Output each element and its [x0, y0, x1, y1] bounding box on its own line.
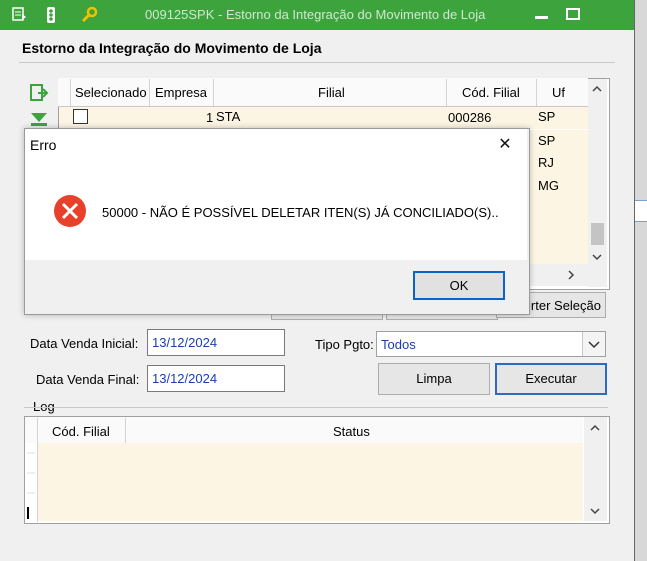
column-header-empresa[interactable]: Empresa [155, 85, 207, 100]
error-dialog-content [25, 129, 527, 260]
tipo-pgto-value: Todos [381, 337, 416, 352]
chevron-down-icon[interactable] [582, 332, 605, 356]
limpa-button[interactable]: Limpa [378, 363, 490, 395]
column-header-cod-filial[interactable]: Cód. Filial [462, 85, 520, 100]
data-final-input[interactable]: 13/12/2024 [147, 365, 285, 392]
window-title: 009125SPK - Estorno da Integração do Mov… [145, 7, 486, 22]
cell-uf: SP [538, 109, 556, 124]
close-icon[interactable]: ✕ [494, 134, 516, 156]
data-inicial-input[interactable]: 13/12/2024 [147, 329, 285, 356]
column-separator [446, 79, 447, 106]
maximize-button[interactable] [563, 6, 583, 22]
data-inicial-label: Data Venda Inicial: [30, 336, 139, 351]
column-separator [125, 418, 126, 443]
background-window-edge [634, 0, 647, 561]
log-vertical-scrollbar[interactable] [584, 417, 607, 521]
row-checkbox[interactable] [73, 109, 88, 124]
cell-empresa: 1 [206, 110, 214, 125]
cell-filial: STA [216, 109, 241, 124]
column-separator [149, 79, 150, 106]
dialog-title: Erro [30, 137, 57, 153]
table-row[interactable] [59, 107, 588, 129]
page-title: Estorno da Integração do Movimento de Lo… [22, 40, 322, 56]
traffic-light-icon[interactable] [42, 6, 60, 24]
column-header-selecionado[interactable]: Selecionado [75, 85, 147, 100]
tipo-pgto-select[interactable]: Todos [376, 331, 606, 357]
log-body [38, 443, 583, 521]
cell-uf: RJ [538, 155, 554, 170]
log-column-status[interactable]: Status [333, 424, 370, 439]
cell-uf: SP [538, 133, 556, 148]
wrench-icon[interactable] [80, 6, 98, 24]
error-message: 50000 - NÃO É POSSÍVEL DELETAR ITEN(S) J… [102, 205, 499, 220]
column-separator [213, 79, 214, 106]
grid-vertical-scrollbar[interactable] [588, 79, 607, 287]
column-header-uf[interactable]: Uf [552, 85, 565, 100]
error-icon [52, 193, 90, 231]
executar-button[interactable]: Executar [495, 363, 607, 395]
window-menu-icon[interactable] [10, 6, 28, 24]
divider [19, 62, 615, 63]
column-header-filial[interactable]: Filial [318, 85, 345, 100]
cell-cod-filial: 000286 [448, 110, 492, 125]
cell-uf: MG [538, 178, 559, 193]
tipo-pgto-label: Tipo Pgto: [315, 337, 374, 352]
log-row-indicator [25, 443, 37, 521]
minimize-button[interactable] [532, 6, 552, 22]
data-final-label: Data Venda Final: [36, 372, 140, 387]
column-separator [536, 79, 537, 106]
divider [24, 407, 608, 408]
ok-button[interactable]: OK [413, 271, 505, 300]
title-bar[interactable]: 009125SPK - Estorno da Integração do Mov… [0, 0, 634, 30]
export-icon[interactable] [28, 82, 50, 104]
log-column-cod-filial[interactable]: Cód. Filial [52, 424, 110, 439]
column-separator [70, 79, 71, 106]
